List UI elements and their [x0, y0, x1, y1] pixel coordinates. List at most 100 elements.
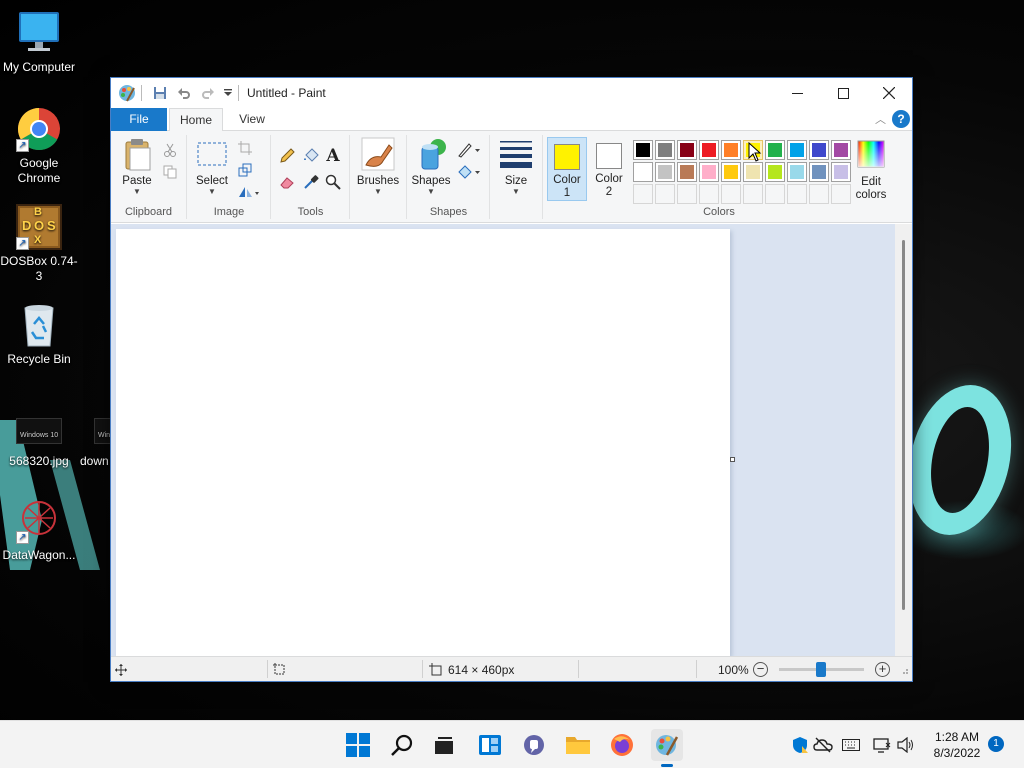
redo-icon[interactable] [198, 83, 218, 103]
tab-file[interactable]: File [111, 108, 167, 131]
palette-color-swatch[interactable] [743, 162, 763, 182]
palette-custom-slot[interactable] [743, 184, 763, 204]
group-label-image: Image [213, 206, 245, 218]
desktop-icon-my-computer[interactable]: My Computer [0, 10, 78, 75]
cut-icon[interactable] [161, 141, 179, 159]
network-icon[interactable] [872, 735, 892, 755]
taskbar-clock[interactable]: 1:28 AM 8/3/2022 [924, 729, 990, 761]
maximize-button[interactable] [820, 78, 866, 108]
keyboard-icon[interactable] [841, 735, 861, 755]
color2-swatch [596, 143, 622, 169]
customize-toolbar-icon[interactable] [222, 83, 234, 103]
swatch-fill [812, 165, 826, 179]
palette-custom-slot[interactable] [809, 184, 829, 204]
palette-color-swatch[interactable] [699, 140, 719, 160]
fill-bucket-icon[interactable] [302, 147, 320, 165]
desktop-icon-google-chrome[interactable]: ↗ Google Chrome [0, 106, 78, 186]
toolbar-separator [141, 85, 142, 101]
palette-color-swatch[interactable] [809, 140, 829, 160]
color1-button[interactable]: Color 1 [547, 137, 587, 201]
security-icon[interactable] [790, 735, 810, 755]
outline-icon[interactable] [456, 141, 482, 159]
palette-custom-slot[interactable] [721, 184, 741, 204]
desktop-icon-568320-jpg[interactable]: Windows 10 568320.jpg [0, 418, 78, 469]
select-button[interactable]: Select ▼ [192, 137, 232, 196]
palette-color-swatch[interactable] [677, 162, 697, 182]
paint-taskbar-button[interactable] [651, 729, 683, 761]
palette-color-swatch[interactable] [633, 140, 653, 160]
desktop-icon-recycle-bin[interactable]: Recycle Bin [0, 302, 78, 367]
palette-color-swatch[interactable] [655, 140, 675, 160]
onedrive-offline-icon[interactable] [813, 735, 833, 755]
text-tool-icon[interactable]: A [324, 146, 342, 166]
teams-chat-button[interactable] [518, 729, 550, 761]
desktop-icon-dosbox[interactable]: B D O S X ↗ DOSBox 0.74-3 [0, 204, 78, 284]
crop-icon[interactable] [236, 139, 254, 157]
palette-color-swatch[interactable] [765, 140, 785, 160]
magnifier-icon[interactable] [324, 173, 342, 191]
palette-custom-slot[interactable] [831, 184, 851, 204]
close-button[interactable] [866, 78, 912, 108]
palette-color-swatch[interactable] [831, 162, 851, 182]
palette-custom-slot[interactable] [699, 184, 719, 204]
fill-icon[interactable] [456, 163, 482, 181]
size-button[interactable]: Size ▼ [494, 137, 538, 196]
palette-color-swatch[interactable] [677, 140, 697, 160]
palette-color-swatch[interactable] [787, 140, 807, 160]
palette-color-swatch[interactable] [765, 162, 785, 182]
edit-colors-label: Edit colors [855, 176, 887, 201]
firefox-button[interactable] [606, 729, 638, 761]
resize-icon[interactable] [236, 161, 254, 179]
palette-color-swatch[interactable] [721, 140, 741, 160]
title-bar[interactable]: Untitled - Paint [111, 78, 912, 108]
swatch-fill [724, 165, 738, 179]
volume-icon[interactable] [896, 735, 916, 755]
palette-color-swatch[interactable] [721, 162, 741, 182]
brushes-button[interactable]: Brushes ▼ [355, 137, 401, 196]
copy-icon[interactable] [161, 163, 179, 181]
paint-app-icon[interactable] [117, 83, 137, 103]
rotate-icon[interactable] [236, 183, 262, 201]
search-button[interactable] [386, 729, 418, 761]
zoom-slider-thumb[interactable] [816, 662, 826, 677]
vertical-scrollbar[interactable] [895, 224, 912, 656]
color2-button[interactable]: Color 2 [589, 137, 629, 201]
tab-view[interactable]: View [229, 108, 275, 132]
desktop-icon-datawagon[interactable]: ↗ DataWagon... [0, 498, 78, 563]
palette-custom-slot[interactable] [633, 184, 653, 204]
start-button[interactable] [342, 729, 374, 761]
edit-colors-button[interactable]: Edit colors [854, 137, 888, 202]
image-size-indicator: 614 × 460px [429, 657, 514, 682]
undo-icon[interactable] [174, 83, 194, 103]
minimize-button[interactable] [774, 78, 820, 108]
task-view-button[interactable] [428, 729, 460, 761]
palette-color-swatch[interactable] [809, 162, 829, 182]
zoom-out-button[interactable]: − [753, 662, 768, 677]
color-picker-icon[interactable] [302, 173, 320, 191]
save-icon[interactable] [150, 83, 170, 103]
palette-custom-slot[interactable] [787, 184, 807, 204]
palette-custom-slot[interactable] [677, 184, 697, 204]
scrollbar-thumb[interactable] [902, 240, 905, 610]
help-button[interactable]: ? [892, 110, 910, 128]
collapse-ribbon-icon[interactable]: ︿ [875, 111, 886, 127]
widgets-button[interactable] [474, 729, 506, 761]
paste-button[interactable]: Paste ▼ [115, 137, 159, 196]
palette-color-swatch[interactable] [831, 140, 851, 160]
canvas-resize-handle[interactable] [730, 457, 735, 462]
resize-grip-icon[interactable] [899, 657, 909, 682]
palette-color-swatch[interactable] [633, 162, 653, 182]
palette-custom-slot[interactable] [655, 184, 675, 204]
palette-color-swatch[interactable] [655, 162, 675, 182]
palette-color-swatch[interactable] [787, 162, 807, 182]
tab-home[interactable]: Home [169, 108, 223, 132]
notification-badge[interactable]: 1 [988, 736, 1004, 752]
palette-color-swatch[interactable] [699, 162, 719, 182]
palette-custom-slot[interactable] [765, 184, 785, 204]
zoom-in-button[interactable]: + [875, 662, 890, 677]
eraser-icon[interactable] [278, 173, 296, 191]
shapes-button[interactable]: Shapes ▼ [410, 137, 452, 196]
pencil-icon[interactable] [278, 147, 296, 165]
file-explorer-button[interactable] [562, 729, 594, 761]
drawing-canvas[interactable] [116, 229, 730, 656]
